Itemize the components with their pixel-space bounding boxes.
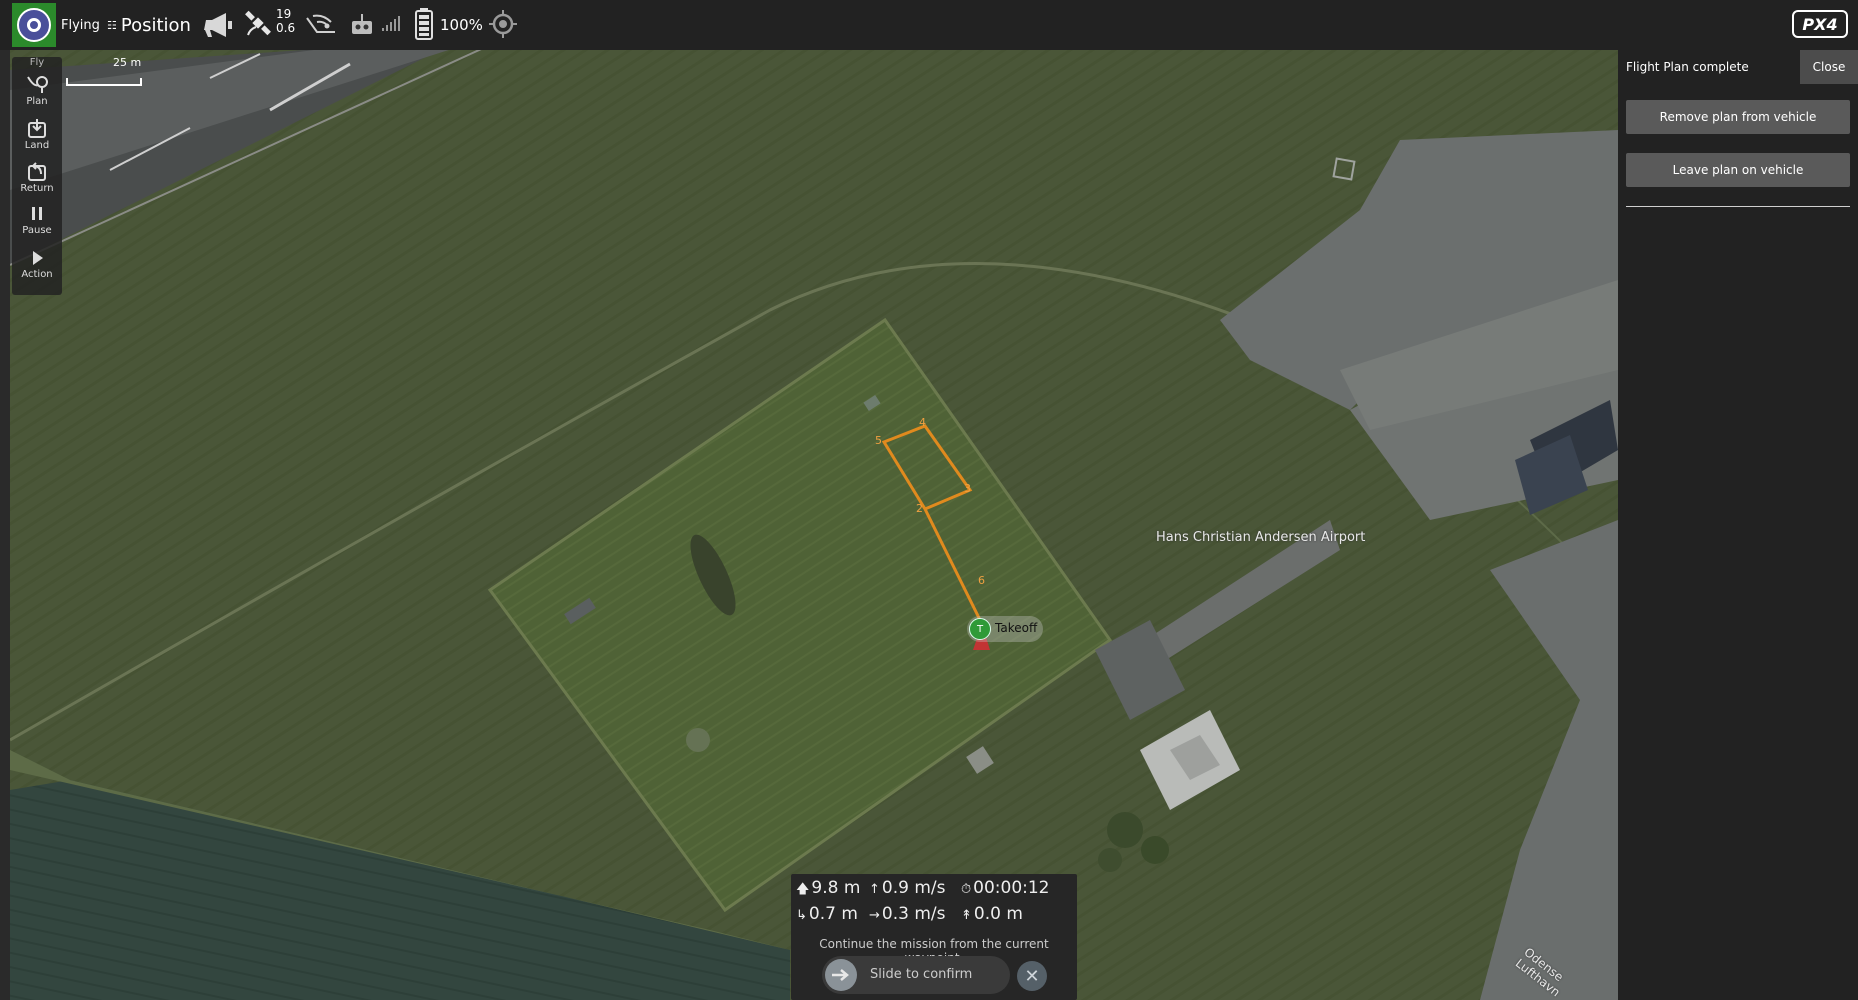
hdop-value: 0.6 (276, 21, 296, 35)
land-icon (28, 119, 46, 138)
flight-status[interactable]: Flying (61, 0, 100, 50)
rc-remote-icon[interactable] (350, 12, 374, 36)
map-imagery (10, 50, 1618, 1000)
distance-home-readout: ↳ 0.7 m (796, 904, 858, 924)
land-button[interactable]: Land (12, 115, 62, 155)
distance-wp-value: 0.0 m (973, 904, 1023, 924)
waypoint-marker[interactable]: 5 (875, 434, 882, 447)
land-label: Land (24, 140, 50, 151)
action-label: Action (21, 269, 53, 280)
altitude-value: 9.8 m (811, 878, 861, 898)
plan-icon (27, 76, 48, 93)
waypoint-marker[interactable]: 2 (916, 502, 923, 515)
plan-button[interactable]: Plan (12, 71, 62, 111)
distance-wp-icon: ↟ (961, 908, 972, 923)
close-button[interactable]: Close (1800, 50, 1858, 84)
flight-time-readout: ⏱ 00:00:12 (961, 878, 1050, 898)
satellite-map[interactable]: 2 3 4 5 6 T Takeoff Hans Christian Ander… (10, 50, 1618, 1000)
return-button[interactable]: Return (12, 158, 62, 198)
ground-speed-readout: → 0.3 m/s (869, 904, 946, 924)
flight-time-value: 00:00:12 (973, 878, 1050, 898)
vertical-speed-readout: ↑ 0.9 m/s (869, 878, 946, 898)
distance-wp-readout: ↟ 0.0 m (961, 904, 1023, 924)
gps-readout: 19 0.6 (276, 7, 295, 35)
qgc-logo-icon (17, 8, 51, 42)
scale-bar (66, 78, 142, 86)
rc-signal-icon (382, 16, 400, 31)
altitude-icon: 🡅 (796, 882, 810, 897)
cancel-confirm-button[interactable]: ✕ (1017, 961, 1047, 991)
takeoff-marker[interactable]: T Takeoff (967, 616, 1049, 646)
panel-divider (1626, 206, 1850, 207)
remove-plan-button[interactable]: Remove plan from vehicle (1626, 100, 1850, 134)
pause-icon (32, 207, 42, 220)
slide-to-confirm[interactable]: Slide to confirm (822, 956, 1010, 994)
action-icon (33, 251, 43, 265)
ground-speed-value: 0.3 m/s (881, 904, 946, 924)
pause-button[interactable]: Pause (12, 202, 62, 242)
px4-autopilot-logo: PX4 (1792, 10, 1848, 38)
slider-label: Slide to confirm (870, 967, 973, 982)
messages-icon[interactable] (203, 10, 235, 40)
distance-home-icon: ↳ (796, 908, 807, 923)
battery-icon[interactable] (415, 8, 433, 40)
close-icon: ✕ (1024, 965, 1040, 987)
vertical-speed-value: 0.9 m/s (881, 878, 946, 898)
takeoff-circle: T (969, 618, 991, 640)
return-label: Return (20, 183, 54, 194)
flight-mode-selector[interactable]: ☷ Position (107, 0, 191, 50)
mode-icon: ☷ (107, 18, 117, 32)
return-icon (28, 162, 46, 181)
satellite-count: 19 (276, 7, 292, 21)
qgc-logo-button[interactable] (12, 3, 56, 47)
waypoint-marker[interactable]: 3 (964, 482, 971, 495)
airport-label: Hans Christian Andersen Airport (1156, 530, 1366, 545)
arrow-right-icon (832, 969, 849, 981)
battery-percent: 100% (440, 16, 483, 34)
fly-tool-strip: Fly Plan Land Return Pause Action (12, 57, 62, 295)
leave-plan-button[interactable]: Leave plan on vehicle (1626, 153, 1850, 187)
slider-knob[interactable] (825, 959, 857, 991)
takeoff-label: Takeoff (995, 621, 1038, 635)
rtk-gps-icon[interactable] (488, 9, 518, 39)
panel-title: Flight Plan complete (1626, 60, 1749, 74)
scale-label: 25 m (113, 56, 142, 69)
altitude-readout: 🡅 9.8 m (796, 878, 860, 902)
flight-mode-label: Position (120, 14, 191, 36)
map-scale: 25 m (66, 56, 146, 86)
ground-speed-icon: → (869, 908, 880, 923)
distance-home-value: 0.7 m (808, 904, 858, 924)
vertical-speed-icon: ↑ (869, 882, 880, 897)
pause-label: Pause (22, 225, 52, 236)
action-button[interactable]: Action (12, 246, 62, 286)
gps-satellite-icon[interactable] (244, 9, 274, 39)
telemetry-confirm-panel: 🡅 9.8 m ↑ 0.9 m/s ⏱ 00:00:12 ↳ 0.7 m → 0.3 m/… (791, 874, 1077, 1000)
telemetry-link-icon[interactable] (305, 12, 337, 36)
top-toolbar: Flying ☷ Position 19 0.6 100% PX4 (0, 0, 1858, 50)
waypoint-marker[interactable]: 4 (919, 416, 926, 429)
timer-icon: ⏱ (961, 882, 972, 897)
plan-complete-panel: Flight Plan complete Close Remove plan f… (1618, 50, 1858, 1000)
plan-label: Plan (26, 96, 48, 107)
waypoint-marker[interactable]: 6 (978, 574, 985, 587)
fly-tools-title: Fly (29, 57, 45, 68)
left-edge-strip (0, 50, 10, 1000)
